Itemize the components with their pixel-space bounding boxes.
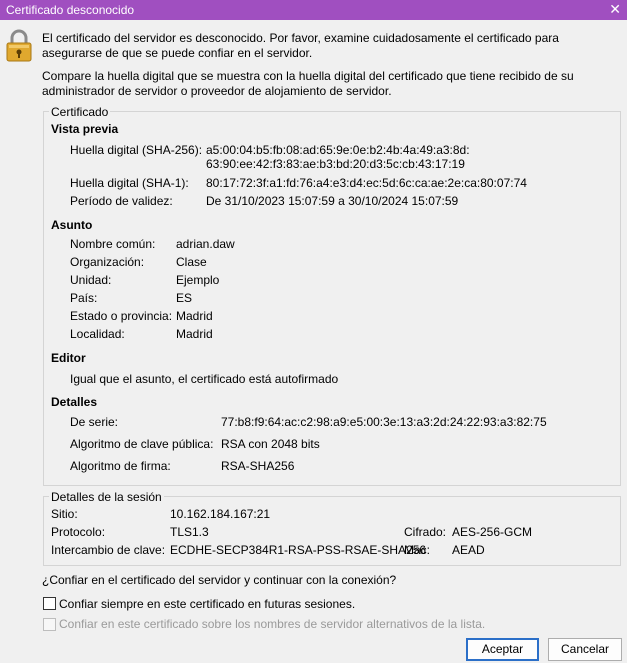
trust-question: ¿Confiar en el certificado del servidor …	[42, 573, 397, 587]
site-value: 10.162.184.167:21	[170, 507, 271, 521]
always-trust-label[interactable]: Confiar siempre en este certificado en f…	[59, 597, 355, 611]
serial-value: 77:b8:f9:64:ac:c2:98:a9:e5:00:3e:13:a3:2…	[221, 415, 547, 429]
compare-text: Compare la huella digital que se muestra…	[42, 69, 574, 98]
serial-label: De serie:	[70, 415, 119, 429]
subject-value: Clase	[176, 255, 207, 269]
cipher-label: Cifrado:	[404, 525, 447, 539]
cipher-value: AES-256-GCM	[452, 525, 533, 539]
mac-value: AEAD	[452, 543, 485, 557]
sha256-value-line2: 63:90:ee:42:f3:83:ae:b3:bd:20:d3:5c:cb:4…	[206, 157, 465, 171]
sha256-value-line1: a5:00:04:b5:fb:08:ad:65:9e:0e:b2:4b:4a:4…	[206, 143, 470, 157]
subject-label: Localidad:	[70, 327, 125, 341]
issuer-text: Igual que el asunto, el certificado está…	[70, 372, 339, 386]
sha1-value: 80:17:72:3f:a1:fd:76:a4:e3:d4:ec:5d:6c:c…	[206, 176, 527, 190]
title-bar: Certificado desconocido ✕	[0, 0, 627, 20]
protocol-value: TLS1.3	[170, 525, 209, 539]
accept-button[interactable]: Aceptar	[466, 638, 539, 661]
protocol-label: Protocolo:	[51, 525, 106, 539]
subject-value: Ejemplo	[176, 273, 220, 287]
subject-label: Organización:	[70, 255, 145, 269]
pubkey-value: RSA con 2048 bits	[221, 437, 320, 451]
issuer-heading: Editor	[51, 351, 86, 365]
subject-label: Unidad:	[70, 273, 112, 287]
subject-label: Estado o provincia:	[70, 309, 173, 323]
subject-value: ES	[176, 291, 193, 305]
alt-names-label: Confiar en este certificado sobre los no…	[59, 617, 486, 631]
subject-value: adrian.daw	[176, 237, 235, 251]
padlock-warning-icon	[6, 29, 32, 62]
preview-heading: Vista previa	[51, 122, 119, 136]
close-icon[interactable]: ✕	[609, 1, 621, 18]
key-exchange-label: Intercambio de clave:	[51, 543, 166, 557]
session-legend: Detalles de la sesión	[49, 490, 164, 504]
subject-value: Madrid	[176, 309, 213, 323]
details-heading: Detalles	[51, 395, 98, 409]
validity-value: De 31/10/2023 15:07:59 a 30/10/2024 15:0…	[206, 194, 459, 208]
subject-heading: Asunto	[51, 218, 93, 232]
signature-value: RSA-SHA256	[221, 459, 295, 473]
intro-text: El certificado del servidor es desconoci…	[42, 31, 559, 60]
subject-label: Nombre común:	[70, 237, 156, 251]
key-exchange-value: ECDHE-SECP384R1-RSA-PSS-RSAE-SHA256	[170, 543, 427, 557]
pubkey-label: Algoritmo de clave pública:	[70, 437, 214, 451]
sha256-label: Huella digital (SHA-256):	[70, 143, 203, 157]
certificate-legend: Certificado	[49, 105, 111, 119]
mac-label: Mac:	[404, 543, 431, 557]
always-trust-checkbox[interactable]	[43, 597, 56, 610]
window-title: Certificado desconocido	[6, 3, 135, 17]
signature-label: Algoritmo de firma:	[70, 459, 171, 473]
alt-names-checkbox	[43, 618, 56, 631]
sha1-label: Huella digital (SHA-1):	[70, 176, 189, 190]
validity-label: Período de validez:	[70, 194, 173, 208]
subject-label: País:	[70, 291, 98, 305]
site-label: Sitio:	[51, 507, 78, 521]
subject-value: Madrid	[176, 327, 213, 341]
cancel-button[interactable]: Cancelar	[548, 638, 622, 661]
